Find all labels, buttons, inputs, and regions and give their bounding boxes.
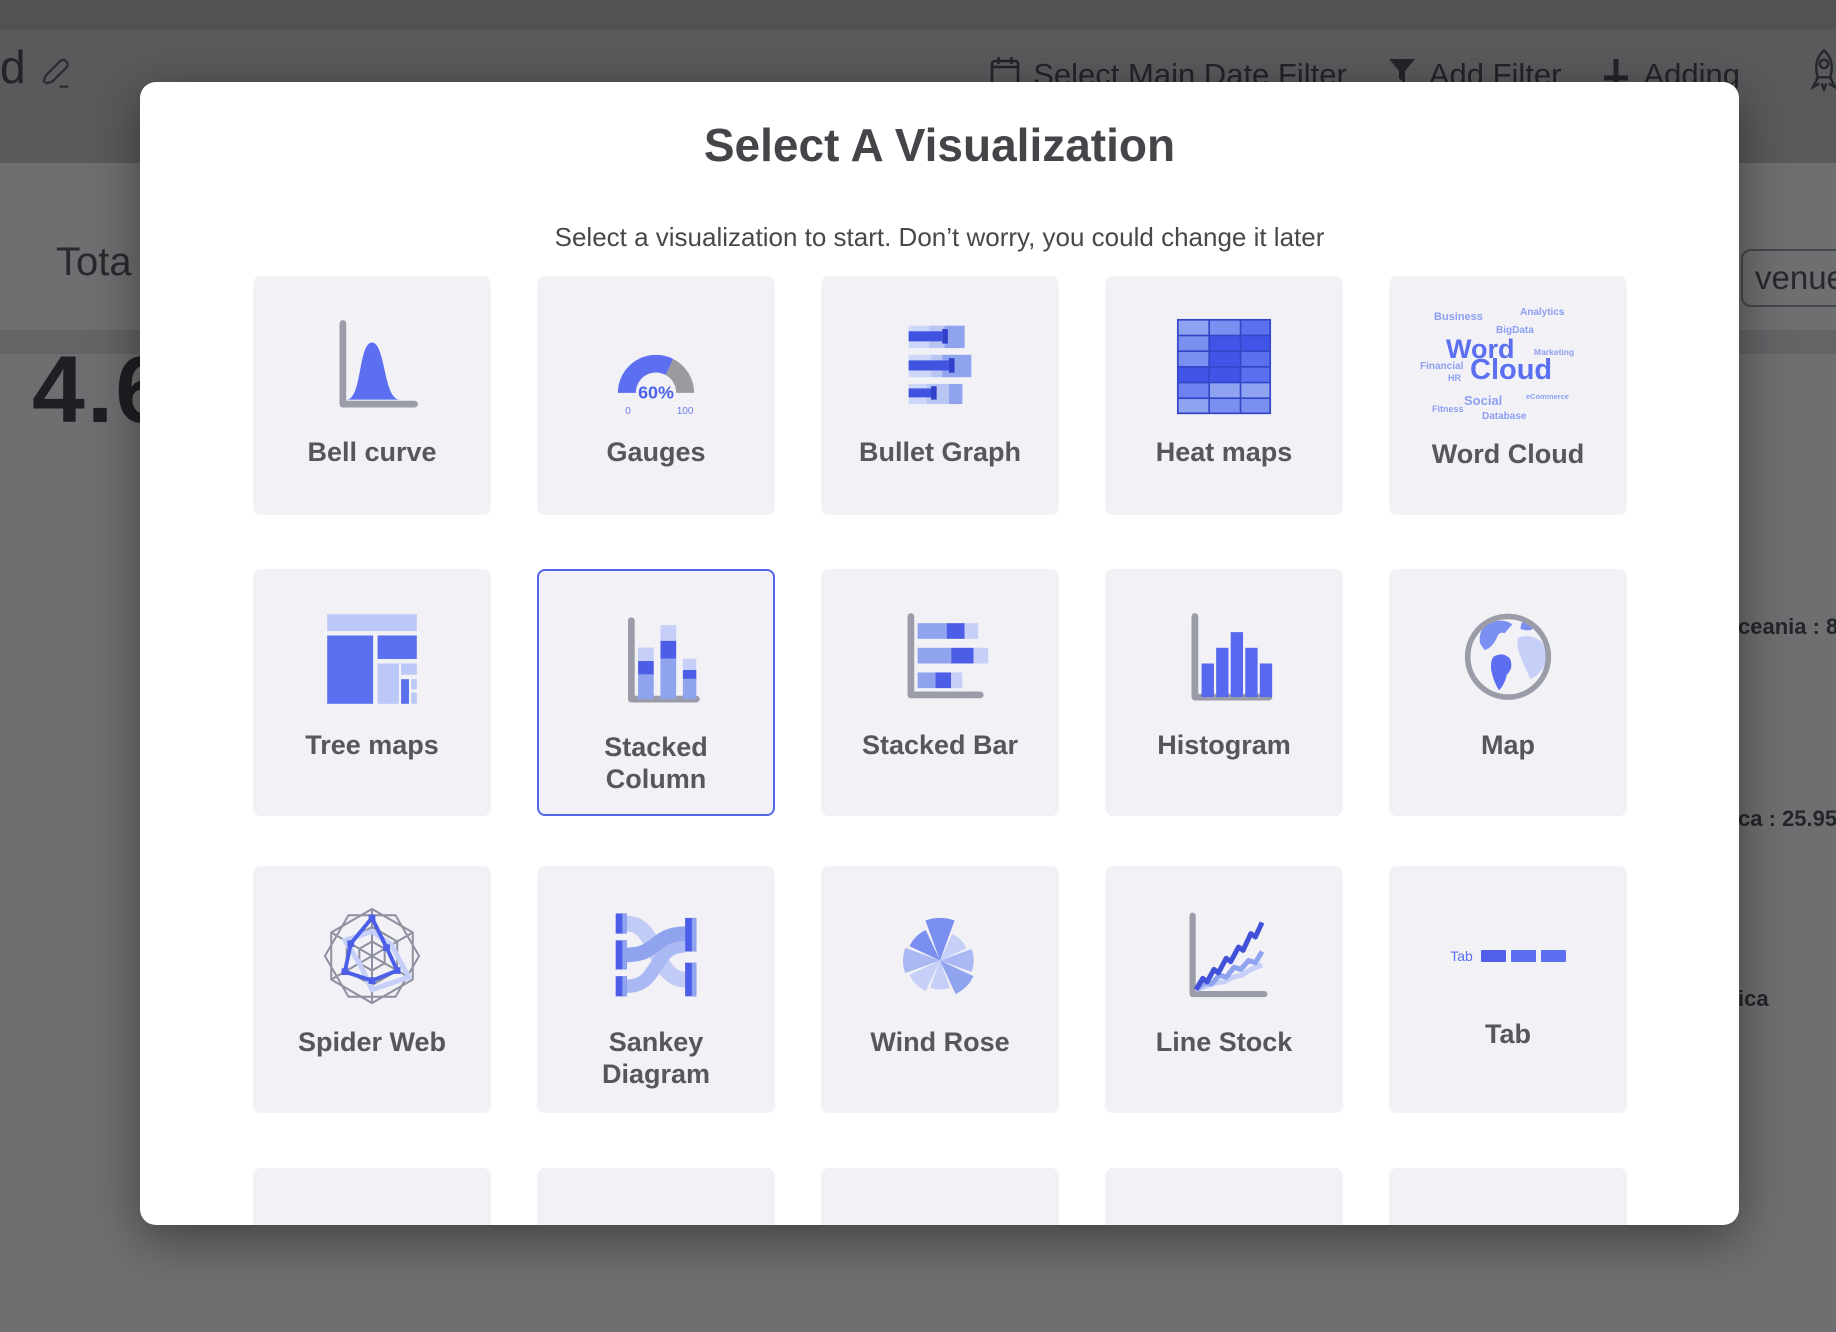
- card-label: Heat maps: [1156, 436, 1293, 468]
- card-label: Map: [1481, 729, 1535, 761]
- card-label: Histogram: [1157, 729, 1291, 761]
- tab-icon-text: Tab: [1450, 948, 1473, 964]
- card-gauges[interactable]: 60% 0 100 Gauges: [537, 276, 775, 515]
- tab-segment: [1511, 950, 1536, 962]
- card-partial[interactable]: [253, 1168, 491, 1225]
- card-label: Spider Web: [298, 1026, 446, 1058]
- card-label: Gauges: [606, 436, 705, 468]
- card-stacked-column[interactable]: Stacked Column: [537, 569, 775, 816]
- card-label: Tab: [1485, 1018, 1531, 1050]
- card-label: Stacked Bar: [862, 729, 1018, 761]
- visualization-row-1: Bell curve 60% 0 100 Gauges: [253, 276, 1627, 515]
- word-cloud-word: Social: [1464, 394, 1502, 407]
- card-bell-curve[interactable]: Bell curve: [253, 276, 491, 515]
- word-cloud-word: HR: [1448, 374, 1461, 383]
- tab-icon: Tab: [1450, 942, 1566, 970]
- card-spider-web[interactable]: Spider Web: [253, 866, 491, 1113]
- card-label: Bullet Graph: [859, 436, 1021, 468]
- card-stacked-bar[interactable]: Stacked Bar: [821, 569, 1059, 816]
- select-visualization-modal: Select A Visualization Select a visualiz…: [140, 82, 1739, 1225]
- card-word-cloud[interactable]: Business Analytics BigData Word Marketin…: [1389, 276, 1627, 515]
- wind-rose-icon: [880, 900, 1000, 1012]
- word-cloud-word: Cloud: [1470, 356, 1552, 385]
- chart-legend-fragment: ceania : 8: [1738, 614, 1836, 640]
- modal-subtitle: Select a visualization to start. Don’t w…: [140, 222, 1739, 253]
- gauge-value: 60%: [638, 382, 674, 402]
- chart-legend-fragment: ica: [1738, 986, 1769, 1012]
- stacked-bar-icon: [880, 603, 1000, 715]
- tree-map-icon: [312, 603, 432, 715]
- tab-segment: [1541, 950, 1566, 962]
- word-cloud-word: Fitness: [1432, 405, 1464, 414]
- card-partial[interactable]: [1105, 1168, 1343, 1225]
- visualization-row-3: Spider Web: [253, 866, 1627, 1113]
- background-top-strip: [0, 0, 1836, 30]
- word-cloud-icon: Business Analytics BigData Word Marketin…: [1420, 306, 1596, 424]
- spider-web-icon: [312, 900, 432, 1012]
- gauge-min: 0: [625, 406, 631, 417]
- card-tab[interactable]: Tab Tab: [1389, 866, 1627, 1113]
- card-histogram[interactable]: Histogram: [1105, 569, 1343, 816]
- card-sankey-diagram[interactable]: Sankey Diagram: [537, 866, 775, 1113]
- line-stock-icon: [1164, 900, 1284, 1012]
- chart-legend-fragment: ca : 25.95: [1738, 806, 1836, 832]
- card-partial[interactable]: [821, 1168, 1059, 1225]
- tab-segment: [1481, 950, 1506, 962]
- card-map[interactable]: Map: [1389, 569, 1627, 816]
- card-label: Wind Rose: [870, 1026, 1009, 1058]
- card-label: Tree maps: [305, 729, 439, 761]
- card-label: Sankey Diagram: [561, 1026, 751, 1091]
- word-cloud-word: Business: [1434, 312, 1483, 323]
- histogram-icon: [1164, 603, 1284, 715]
- modal-title: Select A Visualization: [140, 118, 1739, 172]
- dashboard-title-fragment: d: [0, 40, 26, 94]
- card-tree-maps[interactable]: Tree maps: [253, 569, 491, 816]
- visualization-row-4: [253, 1168, 1627, 1225]
- card-label: Stacked Column: [561, 731, 751, 796]
- stacked-column-icon: [596, 605, 716, 717]
- bullet-graph-icon: [880, 310, 1000, 422]
- word-cloud-word: Analytics: [1520, 308, 1564, 318]
- card-partial[interactable]: [537, 1168, 775, 1225]
- word-cloud-word: Database: [1482, 412, 1526, 422]
- word-cloud-word: eCommerce: [1526, 393, 1569, 401]
- gauge-icon: 60% 0 100: [596, 310, 716, 422]
- card-heat-maps[interactable]: Heat maps: [1105, 276, 1343, 515]
- edit-pencil-icon[interactable]: [38, 54, 74, 95]
- card-bullet-graph[interactable]: Bullet Graph: [821, 276, 1059, 515]
- card-label: Bell curve: [307, 436, 436, 468]
- revenue-button-fragment[interactable]: venue: [1741, 249, 1836, 307]
- card-partial[interactable]: [1389, 1168, 1627, 1225]
- bell-curve-icon: [312, 310, 432, 422]
- card-label: Word Cloud: [1432, 438, 1584, 470]
- rocket-icon[interactable]: [1804, 48, 1836, 97]
- globe-map-icon: [1448, 603, 1568, 715]
- word-cloud-word: Financial: [1420, 362, 1463, 372]
- metric-label-fragment: Tota: [56, 240, 132, 285]
- sankey-icon: [596, 900, 716, 1012]
- heat-map-icon: [1164, 310, 1284, 422]
- screen: d Select Main Date Filter: [0, 0, 1836, 1332]
- gauge-max: 100: [677, 406, 694, 417]
- visualization-row-2: Tree maps Stacked Column: [253, 569, 1627, 816]
- card-wind-rose[interactable]: Wind Rose: [821, 866, 1059, 1113]
- card-label: Line Stock: [1156, 1026, 1293, 1058]
- card-line-stock[interactable]: Line Stock: [1105, 866, 1343, 1113]
